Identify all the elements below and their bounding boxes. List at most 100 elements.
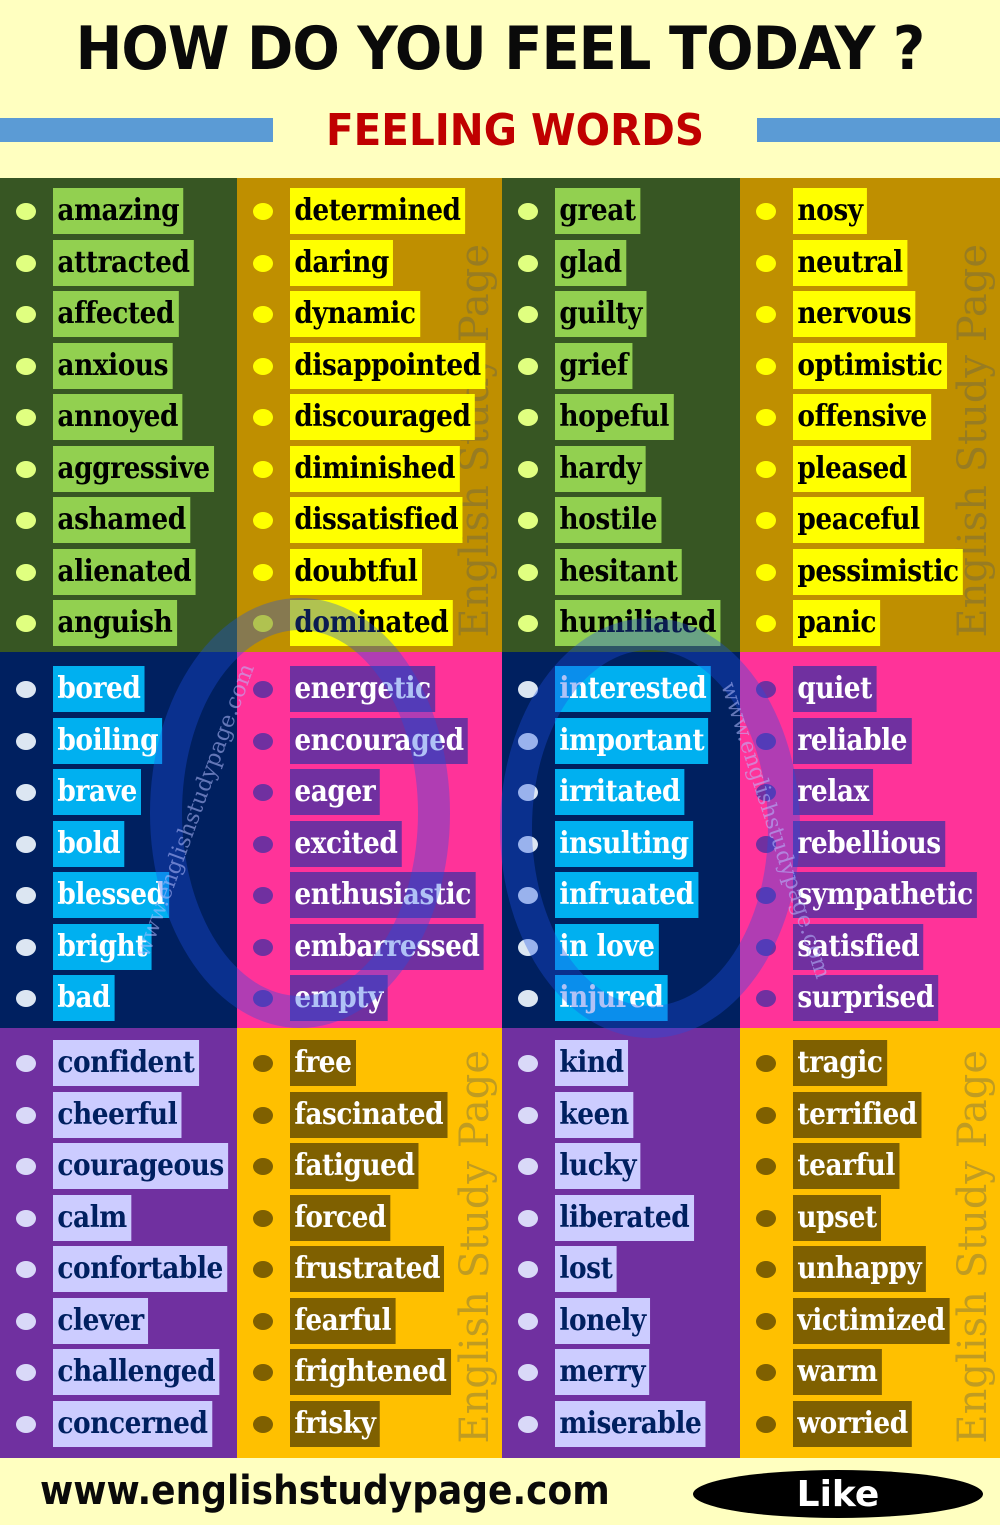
feeling-word: panic xyxy=(793,600,881,646)
feeling-word: reliable xyxy=(793,717,912,764)
bullet-dot-icon xyxy=(253,784,273,801)
feeling-word: bright xyxy=(53,923,152,970)
feeling-word: humiliated xyxy=(555,600,721,646)
feeling-word: free xyxy=(290,1040,356,1086)
bullet-dot-icon xyxy=(16,1364,36,1381)
bullet-dot-icon xyxy=(16,784,36,801)
feeling-word: clever xyxy=(53,1297,149,1344)
feeling-word: alienated xyxy=(53,548,196,595)
word-group-pink-r2c2: energetic encouraged eager excited enthusias… xyxy=(237,652,502,1028)
bullet-dot-icon xyxy=(756,990,776,1007)
feeling-word: annoyed xyxy=(53,394,183,440)
bullet-dot-icon xyxy=(253,306,273,323)
bullet-dot-icon xyxy=(518,732,538,750)
bullet-dot-icon xyxy=(756,203,776,220)
feeling-word: liberated xyxy=(555,1194,694,1241)
bullet-dot-icon xyxy=(16,1055,36,1072)
feeling-word: nervous xyxy=(793,291,916,337)
feeling-word: boiling xyxy=(53,717,163,764)
feeling-word: irritated xyxy=(555,769,685,815)
feeling-word: relax xyxy=(793,769,874,815)
bullet-dot-icon xyxy=(756,681,776,698)
feeling-word: optimistic xyxy=(793,342,947,389)
feeling-word: lucky xyxy=(555,1143,641,1189)
website-link[interactable]: www.englishstudypage.com xyxy=(40,1466,610,1516)
bullet-dot-icon xyxy=(16,681,36,698)
feeling-word: bold xyxy=(53,820,125,867)
feeling-word: warm xyxy=(793,1349,882,1395)
bullet-dot-icon xyxy=(518,784,538,801)
feeling-word: pleased xyxy=(793,445,912,492)
feeling-word: enthusiastic xyxy=(290,872,476,918)
bullet-dot-icon xyxy=(253,1415,273,1433)
feeling-word: injured xyxy=(555,975,668,1021)
bullet-dot-icon xyxy=(253,938,273,956)
bullet-dot-icon xyxy=(756,409,776,426)
feeling-word: worried xyxy=(793,1400,913,1447)
bullet-dot-icon xyxy=(253,1312,273,1330)
vertical-watermark: English Study Page xyxy=(452,244,498,638)
feeling-word: courageous xyxy=(53,1143,229,1189)
bullet-dot-icon xyxy=(16,512,36,529)
feeling-word: excited xyxy=(290,820,402,867)
feeling-word: dissatisfied xyxy=(290,497,463,543)
bullet-dot-icon xyxy=(253,1106,273,1124)
bullet-dot-icon xyxy=(16,1312,36,1330)
bullet-dot-icon xyxy=(518,1055,538,1072)
feeling-word: in love xyxy=(555,923,659,970)
page-title: HOW DO YOU FEEL TODAY ? xyxy=(75,14,926,84)
bullet-dot-icon xyxy=(16,203,36,220)
feeling-word: dominated xyxy=(290,600,453,646)
feeling-word: victimized xyxy=(793,1297,950,1344)
feeling-word: hardy xyxy=(555,445,646,492)
bullet-dot-icon xyxy=(756,615,776,632)
bullet-dot-icon xyxy=(518,681,538,698)
bullet-dot-icon xyxy=(253,254,273,272)
feeling-word: lonely xyxy=(555,1297,651,1344)
header: HOW DO YOU FEEL TODAY ? FEELING WORDS xyxy=(0,0,1000,178)
bullet-dot-icon xyxy=(253,1261,273,1278)
bullet-dot-icon xyxy=(518,835,538,853)
bullet-dot-icon xyxy=(253,887,273,904)
left-rule-divider xyxy=(0,118,273,142)
bullet-dot-icon xyxy=(756,460,776,478)
bullet-dot-icon xyxy=(756,1055,776,1072)
right-rule-divider xyxy=(757,118,1000,142)
bullet-dot-icon xyxy=(756,512,776,529)
feeling-word: daring xyxy=(290,239,394,286)
like-button[interactable]: Like xyxy=(693,1470,983,1518)
feeling-words-grid: amazing attracted affected anxious annoyed ag… xyxy=(0,178,1000,1458)
bullet-dot-icon xyxy=(518,357,538,375)
bullet-dot-icon xyxy=(16,357,36,375)
bullet-dot-icon xyxy=(253,1364,273,1381)
feeling-word: infruated xyxy=(555,872,699,918)
bullet-dot-icon xyxy=(253,203,273,220)
bullet-dot-icon xyxy=(756,938,776,956)
feeling-word: quiet xyxy=(793,666,877,712)
feeling-word: blessed xyxy=(53,872,169,918)
vertical-watermark: English Study Page xyxy=(950,1050,996,1444)
feeling-word: frisky xyxy=(290,1400,380,1447)
feeling-word: aggressive xyxy=(53,445,215,492)
bullet-dot-icon xyxy=(756,563,776,581)
bullet-dot-icon xyxy=(518,615,538,632)
bullet-dot-icon xyxy=(16,1209,36,1227)
bullet-dot-icon xyxy=(756,1364,776,1381)
feeling-word: eager xyxy=(290,769,380,815)
feeling-word: grief xyxy=(555,342,633,389)
feeling-word: upset xyxy=(793,1194,882,1241)
word-group-amber-r3c2: English Study Page free fascinated fatigued… xyxy=(237,1028,502,1458)
bullet-dot-icon xyxy=(756,254,776,272)
feeling-word: ashamed xyxy=(53,497,191,543)
feeling-word: keen xyxy=(555,1091,634,1138)
footer: www.englishstudypage.com Like xyxy=(0,1458,1000,1525)
feeling-word: glad xyxy=(555,239,627,286)
feeling-word: amazing xyxy=(53,188,184,234)
bullet-dot-icon xyxy=(518,1415,538,1433)
feeling-word: bad xyxy=(53,975,115,1021)
word-group-dark-green-r1c1: amazing attracted affected anxious annoyed ag… xyxy=(0,178,237,652)
bullet-dot-icon xyxy=(518,409,538,426)
feeling-word: confortable xyxy=(53,1246,228,1292)
bullet-dot-icon xyxy=(253,1209,273,1227)
bullet-dot-icon xyxy=(518,1364,538,1381)
